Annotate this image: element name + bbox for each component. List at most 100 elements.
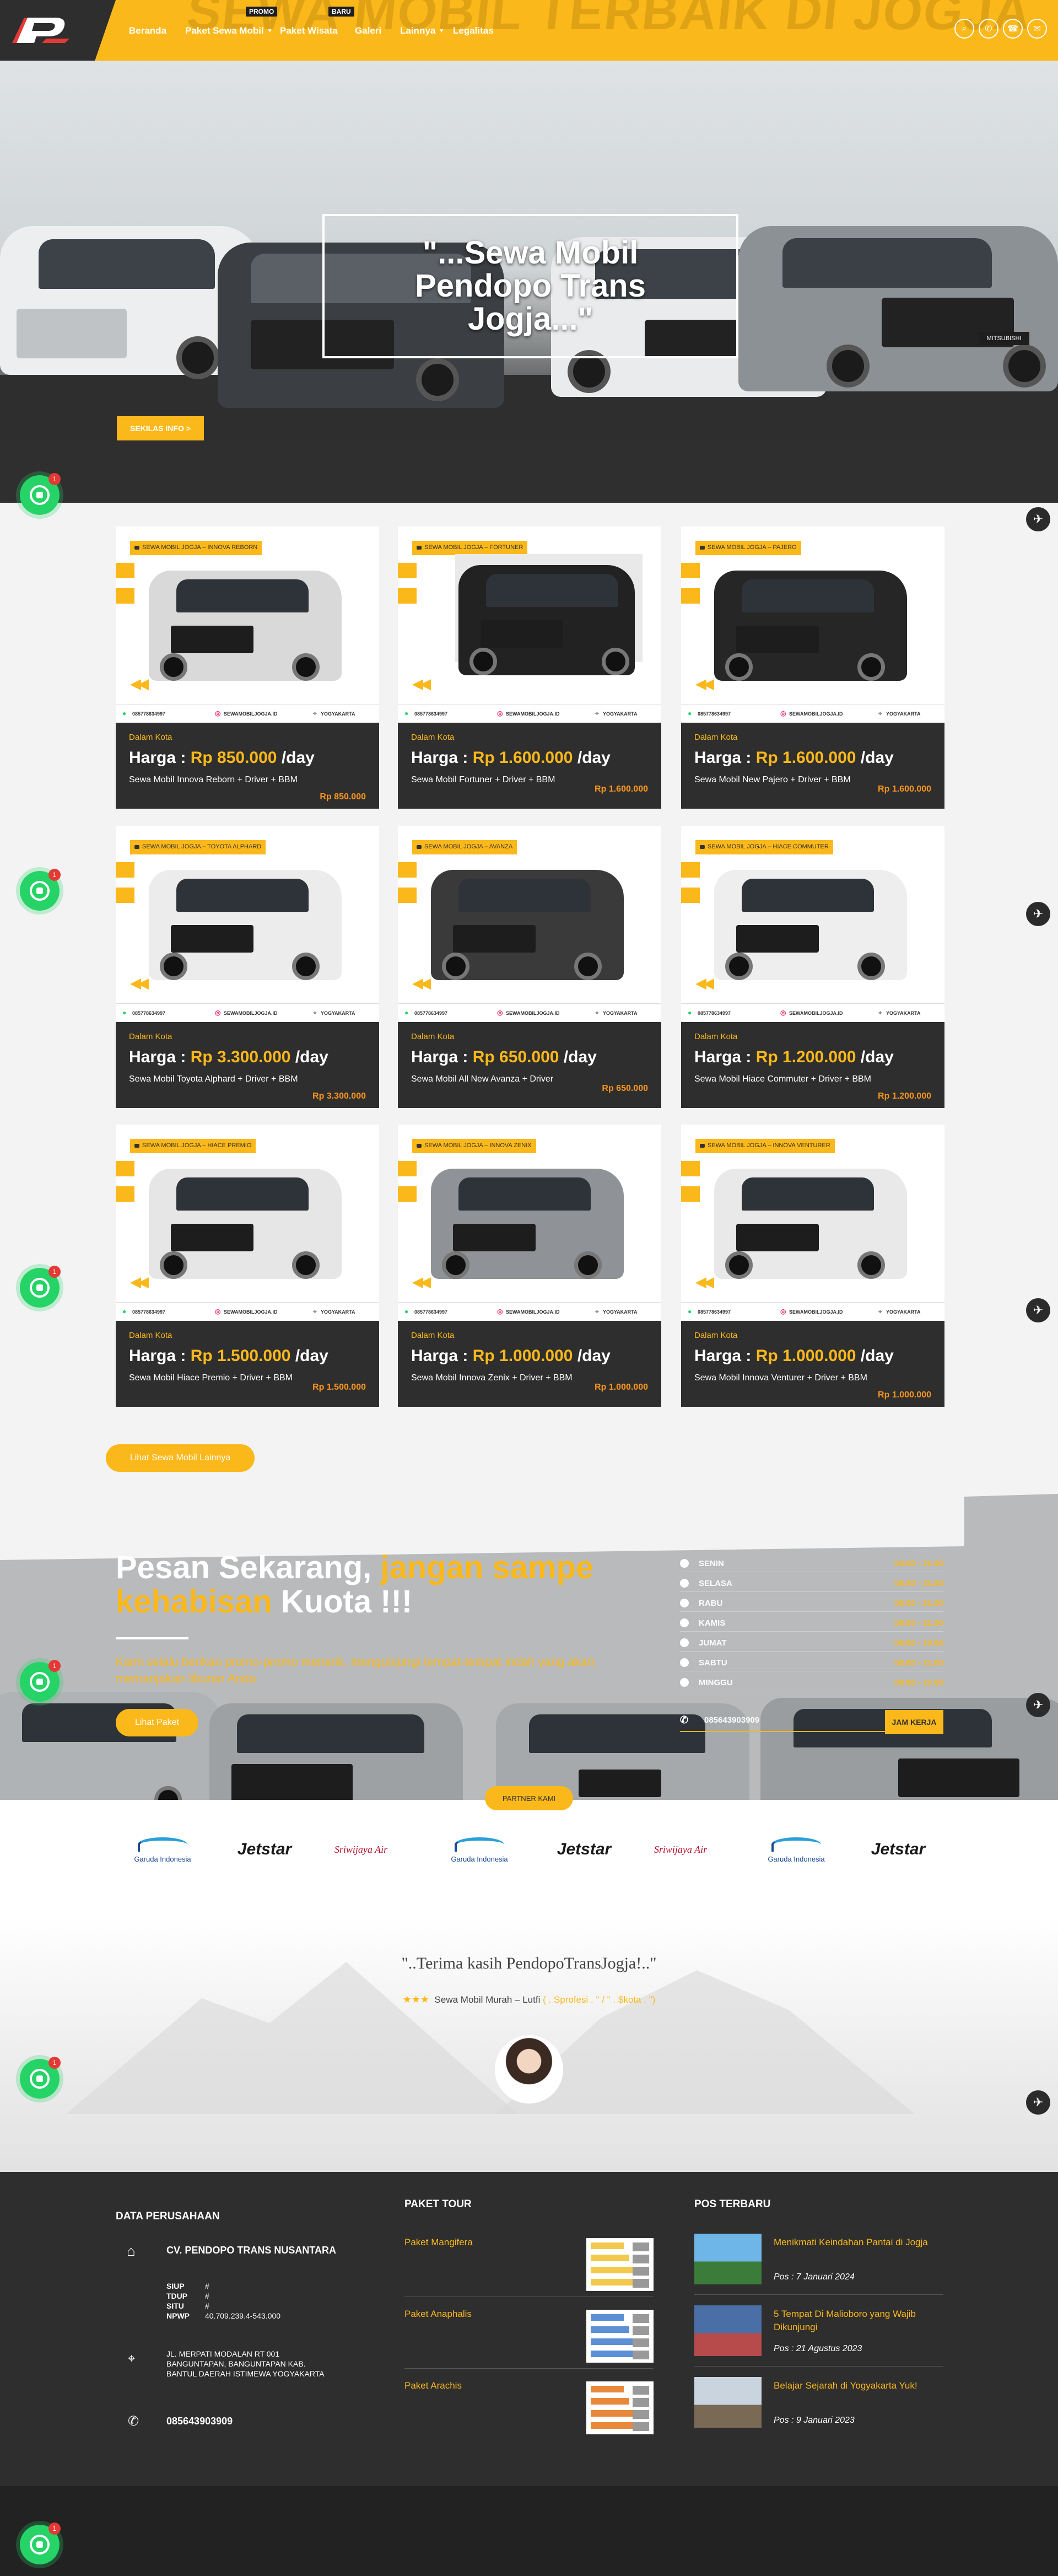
car-card[interactable]: SEWA MOBIL JOGJA – HIACE PREMIO ◀◀ ● 085778…: [116, 1125, 379, 1407]
post-title[interactable]: 5 Tempat Di Malioboro yang Wajib Dikunju…: [774, 2308, 928, 2334]
post-thumbnail[interactable]: [694, 2234, 762, 2284]
car-price: Harga : Rp 850.000 /day: [129, 749, 366, 767]
nav-paket-sewa-mobil[interactable]: Paket Sewa Mobil ▼: [185, 24, 273, 37]
whatsapp-icon: ●: [404, 1308, 409, 1315]
footer-company-heading: DATA PERUSAHAAN: [116, 2211, 220, 2222]
whatsapp-icon: [30, 2069, 50, 2089]
airplane-icon[interactable]: ✈: [1026, 2090, 1050, 2115]
car-card[interactable]: SEWA MOBIL JOGJA – INNOVA REBORN ◀◀ ● 08577…: [116, 526, 379, 809]
whatsapp-float-button[interactable]: 1: [20, 473, 61, 515]
testimonial-attribution: ★★★ Sewa Mobil Murah – Lutfi ( . Sprofes…: [0, 1994, 1058, 2005]
post-title[interactable]: Belajar Sejarah di Yogyakarta Yuk!: [774, 2379, 928, 2392]
post-thumbnail[interactable]: [694, 2305, 762, 2356]
more-cars-button[interactable]: Lihat Sewa Mobil Lainnya: [106, 1444, 255, 1472]
car-photo[interactable]: SEWA MOBIL JOGJA – FORTUNER ◀◀ ● 0857786349…: [398, 526, 661, 723]
card-phone: 085778634997: [132, 1010, 166, 1016]
tour-thumbnail[interactable]: [586, 2381, 654, 2434]
phone-icon[interactable]: ☎: [1003, 19, 1023, 39]
car-photo[interactable]: SEWA MOBIL JOGJA – HIACE PREMIO ◀◀ ● 085778…: [116, 1125, 379, 1321]
airplane-icon[interactable]: ✈: [1026, 1298, 1050, 1322]
logo-box[interactable]: [0, 0, 116, 61]
price-value: Rp 1.000.000: [472, 1347, 573, 1365]
car-photo[interactable]: SEWA MOBIL JOGJA – TOYOTA ALPHARD ◀◀ ● 0857…: [116, 826, 379, 1022]
car-description: Sewa Mobil Fortuner + Driver + BBM: [411, 775, 555, 784]
car-photo[interactable]: SEWA MOBIL JOGJA – PAJERO ◀◀ ● 085778634997…: [681, 526, 944, 723]
car-photo[interactable]: SEWA MOBIL JOGJA – AVANZA ◀◀ ● 085778634997…: [398, 826, 661, 1022]
card-contact-strip: ● 085778634997 ◎ SEWAMOBILJOGJA.ID ⌖ YOGYAKAR…: [398, 1003, 661, 1022]
whatsapp-icon[interactable]: ✆: [979, 19, 998, 39]
notification-badge: 1: [48, 2057, 61, 2069]
car-illustration: [149, 1169, 342, 1279]
car-card[interactable]: SEWA MOBIL JOGJA – PAJERO ◀◀ ● 085778634997…: [681, 526, 944, 809]
pendopo-trans-logo[interactable]: [12, 15, 73, 44]
location-pin-icon: ⌖: [313, 709, 317, 717]
search-icon[interactable]: ⌕: [954, 19, 974, 39]
whatsapp-float-button[interactable]: 1: [20, 2523, 61, 2564]
car-card[interactable]: SEWA MOBIL JOGJA – HIACE COMMUTER ◀◀ ● 0857…: [681, 826, 944, 1108]
car-location: Dalam Kota: [129, 1331, 172, 1340]
lihat-paket-button[interactable]: Lihat Paket: [116, 1709, 198, 1736]
footer: DATA PERUSAHAAN ⌂ CV. PENDOPO TRANS NUSA…: [0, 2172, 1058, 2486]
car-location: Dalam Kota: [129, 1032, 172, 1041]
post-title[interactable]: Menikmati Keindahan Pantai di Jogja: [774, 2236, 928, 2249]
car-card-info: Dalam Kota Harga : Rp 1.600.000 /day Sewa …: [681, 723, 944, 809]
airplane-icon[interactable]: ✈: [1026, 902, 1050, 926]
car-photo[interactable]: SEWA MOBIL JOGJA – INNOVA VENTURER ◀◀ ● 085…: [681, 1125, 944, 1321]
decor-block: [681, 1186, 700, 1202]
footer-phone[interactable]: 085643903909: [166, 2416, 233, 2427]
car-right-price: Rp 3.300.000: [312, 1091, 366, 1101]
card-instagram: SEWAMOBILJOGJA.ID: [224, 711, 278, 717]
nav-beranda[interactable]: Beranda: [129, 24, 166, 37]
legal-value: #: [205, 2301, 209, 2310]
car-card[interactable]: SEWA MOBIL JOGJA – INNOVA ZENIX ◀◀ ● 085778…: [398, 1125, 661, 1407]
footer-posts-heading: POS TERBARU: [694, 2198, 771, 2210]
car-card[interactable]: SEWA MOBIL JOGJA – AVANZA ◀◀ ● 085778634997…: [398, 826, 661, 1108]
tour-link[interactable]: Paket Arachis: [404, 2380, 462, 2391]
sekilas-info-button[interactable]: SEKILAS INFO >: [117, 416, 204, 440]
tour-link[interactable]: Paket Mangifera: [404, 2237, 473, 2248]
car-price: Harga : Rp 650.000 /day: [411, 1048, 648, 1067]
car-right-price: Rp 1.000.000: [878, 1390, 931, 1400]
card-instagram: SEWAMOBILJOGJA.ID: [789, 1010, 843, 1016]
whatsapp-float-button[interactable]: 1: [20, 1660, 61, 1702]
nav-legalitas[interactable]: Legalitas: [453, 24, 494, 37]
car-photo[interactable]: SEWA MOBIL JOGJA – INNOVA ZENIX ◀◀ ● 085778…: [398, 1125, 661, 1321]
divider: [404, 2368, 654, 2369]
hours-day: KAMIS: [699, 1618, 726, 1628]
car-price: Harga : Rp 1.000.000 /day: [694, 1347, 931, 1365]
tour-thumbnail[interactable]: [586, 2310, 654, 2363]
nav-lainnya[interactable]: Lainnya ▼: [400, 24, 444, 37]
car-photo[interactable]: SEWA MOBIL JOGJA – INNOVA REBORN ◀◀ ● 08577…: [116, 526, 379, 723]
tour-thumbnail[interactable]: [586, 2238, 654, 2291]
nav-paket-wisata[interactable]: Paket Wisata: [280, 24, 338, 37]
post-thumbnail[interactable]: [694, 2377, 762, 2428]
car-right-price: Rp 1.500.000: [312, 1383, 366, 1392]
hours-day: SENIN: [699, 1559, 724, 1568]
car-card[interactable]: SEWA MOBIL JOGJA – INNOVA VENTURER ◀◀ ● 085…: [681, 1125, 944, 1407]
car-card-info: Dalam Kota Harga : Rp 1.500.000 /day Sewa …: [116, 1321, 379, 1407]
car-card-info: Dalam Kota Harga : Rp 1.200.000 /day Sewa …: [681, 1022, 944, 1108]
airplane-icon[interactable]: ✈: [1026, 1693, 1050, 1717]
hero-plate: MITSUBISHI: [979, 332, 1029, 345]
car-photo[interactable]: SEWA MOBIL JOGJA – HIACE COMMUTER ◀◀ ● 0857…: [681, 826, 944, 1022]
whatsapp-float-button[interactable]: 1: [20, 1266, 61, 1308]
clock-icon: [680, 1618, 689, 1627]
car-card-info: Dalam Kota Harga : Rp 850.000 /day Sewa Mo…: [116, 723, 379, 809]
partner-logo-text: Sriwijaya Air: [334, 1843, 388, 1855]
car-card[interactable]: SEWA MOBIL JOGJA – TOYOTA ALPHARD ◀◀ ● 0857…: [116, 826, 379, 1108]
legal-key: SITU: [166, 2301, 184, 2310]
whatsapp-float-button[interactable]: 1: [20, 869, 61, 911]
whatsapp-float-button[interactable]: 1: [20, 2057, 61, 2099]
card-contact-strip: ● 085778634997 ◎ SEWAMOBILJOGJA.ID ⌖ YOGYAKAR…: [116, 1003, 379, 1022]
nav-galeri[interactable]: Galeri: [355, 24, 381, 37]
nav-legalitas-label: Legalitas: [453, 25, 494, 36]
airplane-icon[interactable]: ✈: [1026, 507, 1050, 531]
mail-icon[interactable]: ✉: [1027, 19, 1047, 39]
car-location: Dalam Kota: [694, 1331, 738, 1340]
car-illustration: [714, 571, 907, 681]
price-unit: /day: [559, 1048, 597, 1066]
partner-tag: PARTNER KAMI: [485, 1786, 573, 1810]
tour-link[interactable]: Paket Anaphalis: [404, 2309, 472, 2320]
car-card[interactable]: SEWA MOBIL JOGJA – FORTUNER ◀◀ ● 0857786349…: [398, 526, 661, 809]
car-illustration: [431, 1169, 624, 1279]
